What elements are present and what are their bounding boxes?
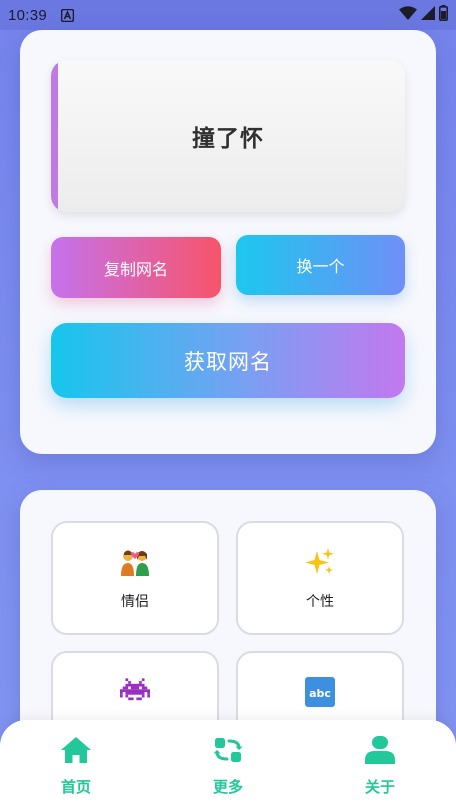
tab-home[interactable]: 首页	[36, 736, 116, 797]
category-personality[interactable]: 个性	[236, 521, 404, 635]
status-bar: 10:39	[0, 0, 456, 30]
sparkles-icon	[305, 545, 335, 579]
home-icon	[60, 736, 92, 768]
tab-more[interactable]: 更多	[188, 736, 268, 797]
signal-icon	[421, 6, 435, 24]
user-icon	[365, 736, 395, 768]
swap-name-button[interactable]: 换一个	[236, 235, 405, 295]
status-time: 10:39	[8, 6, 48, 24]
generator-card: 撞了怀 复制网名 换一个 获取网名	[20, 30, 436, 454]
category-label: 个性	[306, 594, 334, 610]
bottom-tab-bar: 首页 更多 关于	[0, 720, 456, 810]
svg-text:abc: abc	[309, 687, 331, 700]
abc-icon: abc	[305, 675, 335, 709]
wifi-icon	[399, 6, 417, 24]
get-name-button[interactable]: 获取网名	[51, 323, 405, 398]
name-display: 撞了怀	[51, 60, 405, 212]
tab-label: 关于	[364, 778, 395, 796]
category-couple[interactable]: 情侣	[51, 521, 219, 635]
tab-label: 首页	[60, 778, 91, 796]
tab-label: 更多	[212, 778, 243, 796]
couple-icon	[119, 545, 151, 579]
space-invader-icon	[120, 675, 150, 709]
current-name: 撞了怀	[192, 126, 264, 152]
tab-about[interactable]: 关于	[340, 736, 420, 797]
copy-name-button[interactable]: 复制网名	[51, 237, 221, 298]
refresh-icon	[213, 736, 243, 768]
category-label: 情侣	[121, 594, 149, 610]
notification-icon	[61, 8, 75, 22]
battery-icon	[439, 5, 449, 25]
status-icons	[399, 5, 449, 25]
